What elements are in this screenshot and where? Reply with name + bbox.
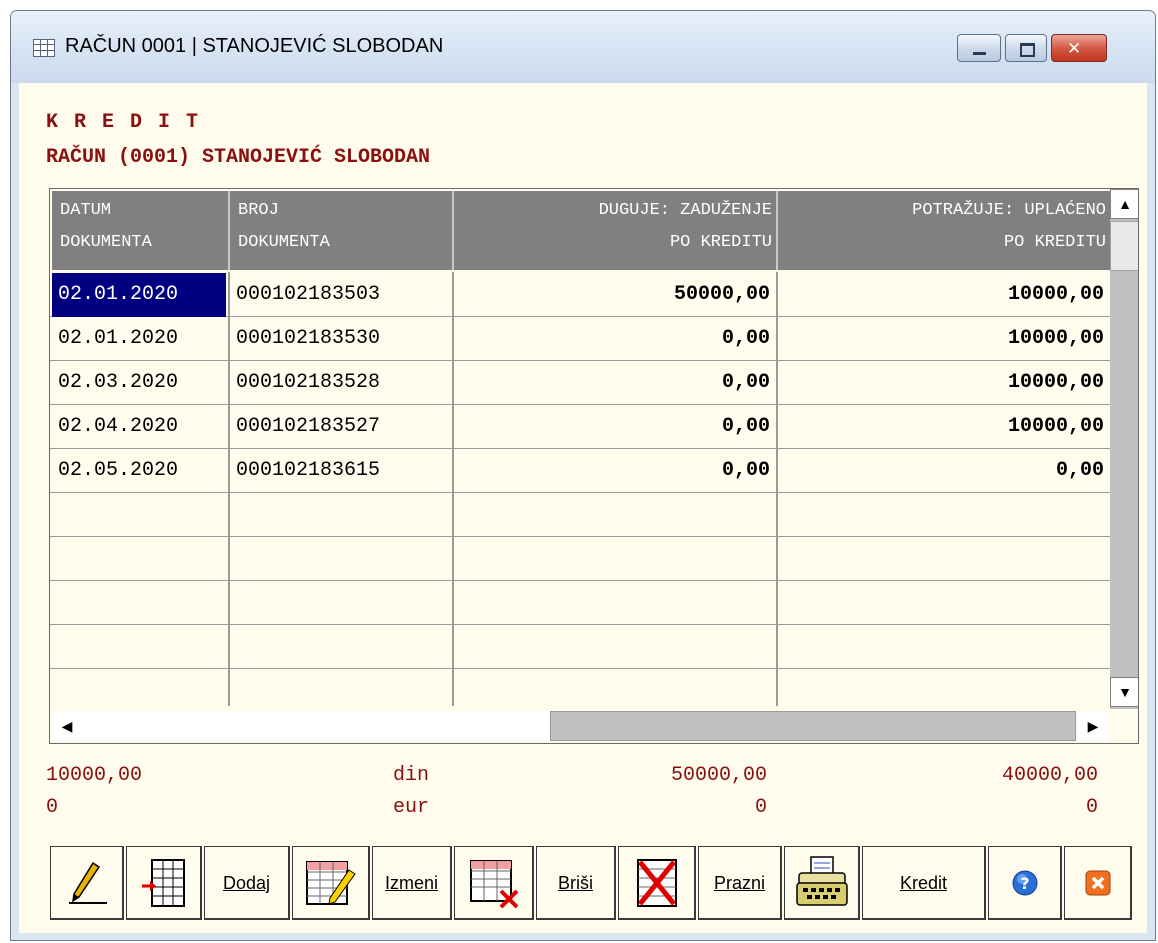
insert-row-icon [141,858,185,907]
credit-button[interactable]: Kredit [862,846,986,920]
scroll-down-icon[interactable]: ▼ [1110,677,1138,707]
horizontal-scrollbar[interactable]: ◀ ▶ [50,709,1110,743]
cell-date[interactable]: 02.05.2020 [52,449,226,493]
minimize-button[interactable] [957,34,1001,62]
maximize-button[interactable] [1005,34,1047,62]
add-button-label: Dodaj [222,873,271,893]
insert-row-button[interactable] [126,846,202,920]
exit-icon [1085,870,1110,895]
cell-date[interactable]: 02.03.2020 [52,361,226,405]
table-edit-icon [305,860,356,905]
account-subtitle: RAČUN (0001) STANOJEVIĆ SLOBODAN [46,146,431,169]
cell-debit[interactable]: 0,00 [456,317,776,361]
total-eur-debit: 0 [754,796,767,819]
exit-button[interactable] [1064,846,1132,920]
close-window-button[interactable]: ✕ [1051,34,1107,62]
column-header-line: BROJ [238,201,279,220]
cell-credit[interactable]: 10000,00 [780,273,1110,317]
cell-credit[interactable]: 0,00 [780,449,1110,493]
column-header-line: POTRAŽUJE: UPLAĆENO [912,201,1106,220]
column-header-line: DOKUMENTA [60,233,152,252]
empty-button[interactable]: Prazni [698,846,782,920]
row-divider [50,668,1110,669]
horizontal-scroll-track[interactable] [82,711,550,741]
svg-text:?: ? [1020,874,1029,893]
print-button[interactable] [784,846,860,920]
delete-row-button[interactable] [454,846,534,920]
cell-doc-number[interactable]: 000102183503 [236,273,450,317]
page-title: K R E D I T [46,111,201,134]
column-header-line: PO KREDITU [669,233,772,252]
total-din-credit: 40000,00 [1001,764,1098,787]
credit-button-label: Kredit [899,873,948,893]
scroll-up-icon[interactable]: ▲ [1110,189,1138,219]
minimize-icon [973,52,986,55]
column-header-debit[interactable]: DUGUJE: ZADUŽENJE PO KREDITU [454,191,778,270]
column-header-line: PO KREDITU [1003,233,1106,252]
column-header-line: DATUM [60,201,112,220]
cell-debit[interactable]: 50000,00 [456,273,776,317]
action-toolbar: Dodaj Izmeni Briši Prazni Kredit ? [50,846,1132,921]
horizontal-scroll-thumb[interactable] [550,711,1076,741]
cell-doc-number[interactable]: 000102183530 [236,317,450,361]
credit-table[interactable]: DATUM DOKUMENTA BROJ DOKUMENTA DUGUJE: Z… [49,188,1139,744]
total-eur-left: 0 [46,796,59,819]
cell-debit[interactable]: 0,00 [456,361,776,405]
table-icon [33,39,55,57]
typewriter-icon [795,855,848,906]
cell-credit[interactable]: 10000,00 [780,405,1110,449]
column-divider [452,272,454,706]
help-button[interactable]: ? [988,846,1062,920]
scroll-right-icon[interactable]: ▶ [1078,711,1108,741]
title-bar[interactable]: RAČUN 0001 | STANOJEVIĆ SLOBODAN ✕ [11,11,1155,83]
clear-table-button[interactable] [618,846,696,920]
empty-button-label: Prazni [713,873,766,893]
cell-doc-number[interactable]: 000102183527 [236,405,450,449]
cell-credit[interactable]: 10000,00 [780,317,1110,361]
column-header-line: DOKUMENTA [238,233,330,252]
main-window: RAČUN 0001 | STANOJEVIĆ SLOBODAN ✕ K R E… [10,10,1156,941]
scroll-left-icon[interactable]: ◀ [52,711,82,741]
cell-date[interactable]: 02.01.2020 [52,317,226,361]
help-icon: ? [1012,870,1037,895]
total-din-left: 10000,00 [46,764,143,787]
delete-button[interactable]: Briši [536,846,616,920]
total-eur-credit: 0 [1085,796,1098,819]
cell-doc-number[interactable]: 000102183615 [236,449,450,493]
cell-doc-number[interactable]: 000102183528 [236,361,450,405]
edit-pencil-button[interactable] [50,846,124,920]
window-title: RAČUN 0001 | STANOJEVIĆ SLOBODAN [65,35,444,57]
row-divider [50,580,1110,581]
currency-eur-label: eur [393,796,430,819]
maximize-icon [1020,43,1035,57]
row-divider [50,624,1110,625]
modify-button-label: Izmeni [384,873,438,893]
cell-debit[interactable]: 0,00 [456,405,776,449]
column-header-credit[interactable]: POTRAŽUJE: UPLAĆENO PO KREDITU [778,191,1110,270]
vertical-scroll-thumb[interactable] [1110,221,1138,271]
modify-button[interactable]: Izmeni [372,846,452,920]
column-header-line: DUGUJE: ZADUŽENJE [598,201,772,220]
cell-date[interactable]: 02.04.2020 [52,405,226,449]
table-delete-icon [469,859,518,908]
column-header-doc-number[interactable]: BROJ DOKUMENTA [230,191,454,270]
row-divider [50,536,1110,537]
add-button[interactable]: Dodaj [204,846,290,920]
vertical-scrollbar[interactable]: ▲ ▼ [1110,189,1138,709]
cell-debit[interactable]: 0,00 [456,449,776,493]
column-header-date[interactable]: DATUM DOKUMENTA [52,191,230,270]
edit-row-button[interactable] [292,846,370,920]
total-din-debit: 50000,00 [670,764,767,787]
column-divider [228,272,230,706]
clear-table-icon [636,858,677,907]
cell-date[interactable]: 02.01.2020 [52,273,226,317]
column-divider [776,272,778,706]
cell-credit[interactable]: 10000,00 [780,361,1110,405]
close-icon: ✕ [1067,39,1082,59]
client-area: K R E D I T RAČUN (0001) STANOJEVIĆ SLOB… [19,83,1147,933]
currency-din-label: din [393,764,430,787]
delete-button-label: Briši [558,873,593,893]
pencil-icon [68,861,107,904]
